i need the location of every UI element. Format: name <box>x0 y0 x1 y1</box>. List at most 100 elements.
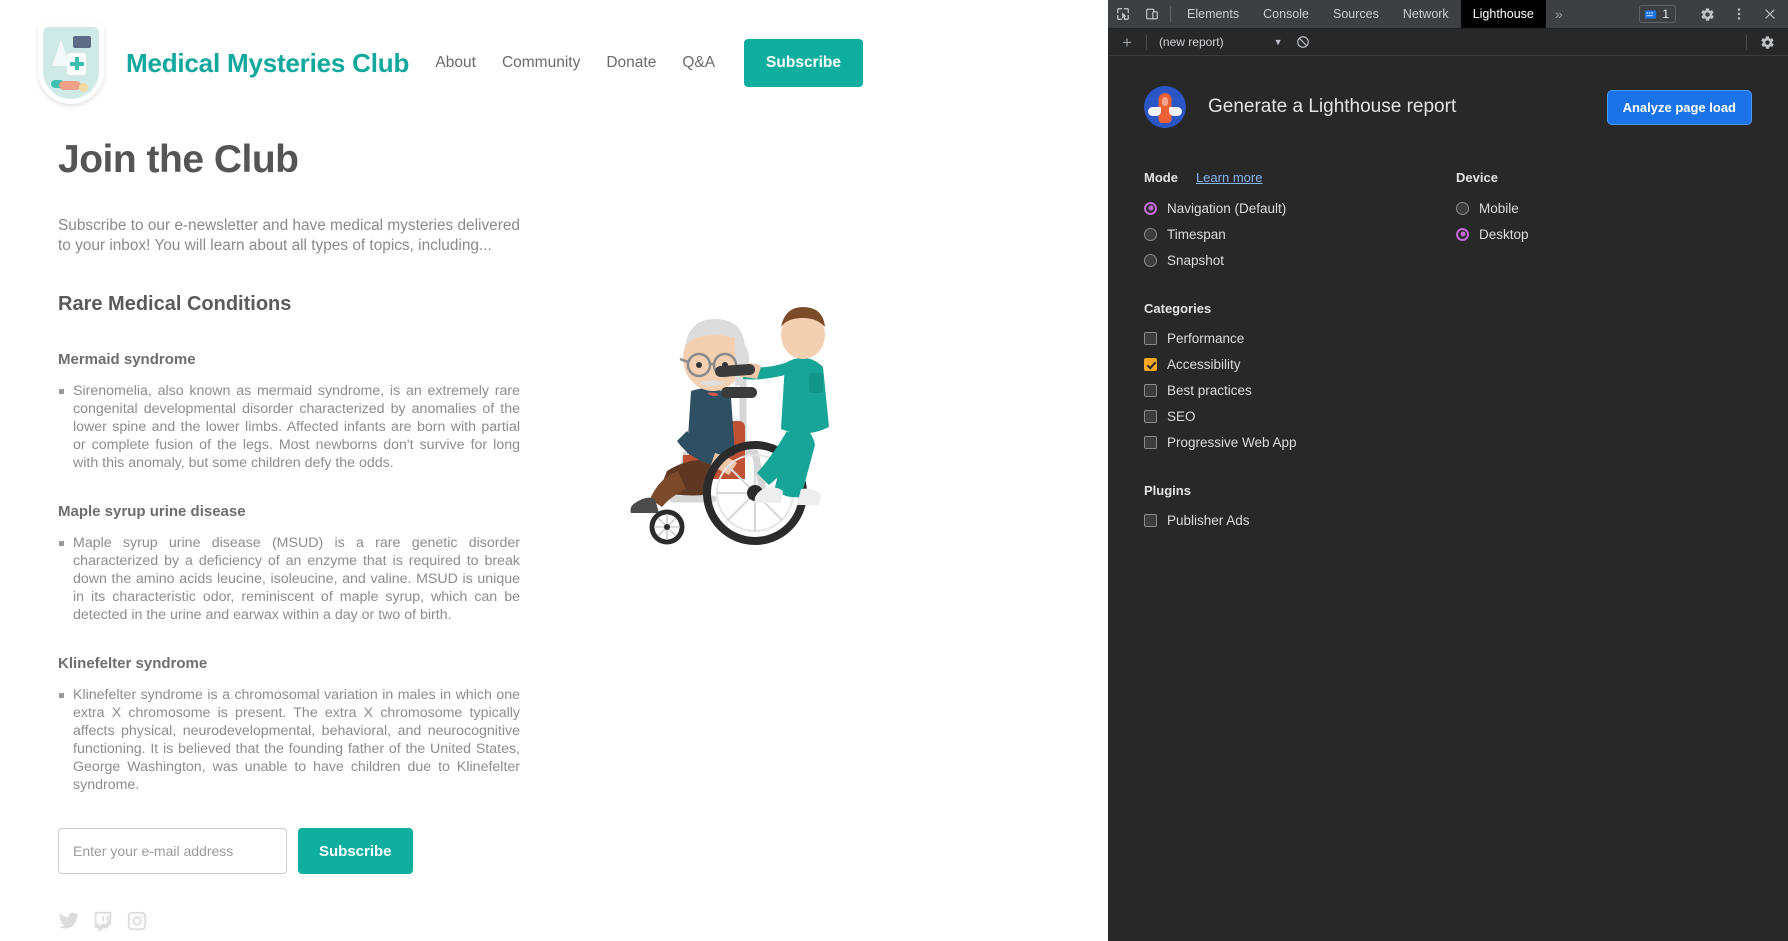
toolbar2-divider-2 <box>1746 34 1747 50</box>
category-best-practices[interactable]: Best practices <box>1144 377 1752 403</box>
nav-subscribe-button[interactable]: Subscribe <box>744 39 863 87</box>
twitch-icon[interactable] <box>92 910 114 932</box>
category-seo[interactable]: SEO <box>1144 403 1752 429</box>
tab-elements[interactable]: Elements <box>1175 0 1251 28</box>
issues-count: 1 <box>1662 7 1669 21</box>
lighthouse-settings-gear-icon[interactable] <box>1753 35 1782 50</box>
more-options-icon[interactable] <box>1724 7 1753 21</box>
condition-list-klinefelter: Klinefelter syndrome is a chromosomal va… <box>58 686 585 794</box>
device-option-mobile[interactable]: Mobile <box>1456 195 1752 221</box>
category-best-practices-label: Best practices <box>1167 382 1252 398</box>
radio-snapshot[interactable] <box>1144 253 1157 267</box>
site-header: Medical Mysteries Club About Community D… <box>0 0 1108 118</box>
nav-item-donate[interactable]: Donate <box>593 46 669 80</box>
category-pwa-label: Progressive Web App <box>1167 434 1297 450</box>
issues-icon <box>1645 9 1657 19</box>
medical-shield-icon[interactable] <box>38 22 104 104</box>
tab-sources[interactable]: Sources <box>1321 0 1391 28</box>
device-group: Device Mobile Desktop <box>1456 170 1752 273</box>
new-report-icon[interactable]: + <box>1114 34 1140 51</box>
caregiver-wheelchair-illustration <box>630 307 829 545</box>
mode-label: Mode <box>1144 170 1178 185</box>
checkbox-publisher-ads[interactable] <box>1144 513 1157 527</box>
plugin-publisher-ads-label: Publisher Ads <box>1167 512 1250 528</box>
mode-option-navigation[interactable]: Navigation (Default) <box>1144 195 1456 221</box>
radio-mobile[interactable] <box>1456 201 1469 215</box>
device-option-mobile-label: Mobile <box>1479 200 1519 216</box>
inspect-element-icon[interactable] <box>1108 0 1137 28</box>
condition-list-mermaid: Sirenomelia, also known as mermaid syndr… <box>58 382 585 472</box>
clear-reports-icon[interactable] <box>1289 35 1318 49</box>
category-performance-label: Performance <box>1167 330 1245 346</box>
categories-label-row: Categories <box>1144 301 1752 316</box>
nav-item-community[interactable]: Community <box>489 46 593 80</box>
nav-item-qa[interactable]: Q&A <box>669 46 728 80</box>
categories-group: Categories Performance Accessibility Bes… <box>1144 301 1752 455</box>
twitter-icon[interactable] <box>58 910 80 932</box>
mode-option-timespan-label: Timespan <box>1167 226 1226 242</box>
categories-label: Categories <box>1144 301 1212 316</box>
mode-label-row: Mode Learn more <box>1144 170 1456 185</box>
settings-gear-icon[interactable] <box>1693 7 1722 22</box>
category-pwa[interactable]: Progressive Web App <box>1144 429 1752 455</box>
more-tabs-icon[interactable]: » <box>1546 0 1572 28</box>
plugins-group: Plugins Publisher Ads <box>1144 483 1752 533</box>
close-devtools-icon[interactable] <box>1755 7 1784 21</box>
lighthouse-header: Generate a Lighthouse report Analyze pag… <box>1144 86 1752 128</box>
main-content: Join the Club Subscribe to our e-newslet… <box>0 118 1108 932</box>
checkbox-performance[interactable] <box>1144 331 1157 345</box>
newsletter-form: Subscribe <box>58 828 585 875</box>
mode-option-snapshot[interactable]: Snapshot <box>1144 247 1456 273</box>
email-input[interactable] <box>58 828 287 875</box>
category-accessibility[interactable]: Accessibility <box>1144 351 1752 377</box>
lighthouse-logo-icon <box>1144 86 1186 128</box>
device-toolbar-icon[interactable] <box>1137 0 1166 28</box>
device-option-desktop[interactable]: Desktop <box>1456 221 1752 247</box>
tab-lighthouse[interactable]: Lighthouse <box>1460 0 1546 28</box>
device-label: Device <box>1456 170 1498 185</box>
radio-timespan[interactable] <box>1144 227 1157 241</box>
lighthouse-toolbar-right <box>1740 34 1782 50</box>
issues-badge[interactable]: 1 <box>1639 5 1676 23</box>
nav-item-about[interactable]: About <box>422 46 489 80</box>
form-subscribe-button[interactable]: Subscribe <box>298 828 413 875</box>
report-selector[interactable]: (new report) ▼ <box>1153 35 1289 49</box>
plugin-publisher-ads[interactable]: Publisher Ads <box>1144 507 1752 533</box>
checkbox-best-practices[interactable] <box>1144 383 1157 397</box>
site-title[interactable]: Medical Mysteries Club <box>126 48 409 79</box>
radio-navigation[interactable] <box>1144 201 1157 215</box>
social-links <box>58 910 585 932</box>
page-lede: Subscribe to our e-newsletter and have m… <box>58 217 520 255</box>
screen: Medical Mysteries Club About Community D… <box>0 0 1788 941</box>
lighthouse-start-view: Generate a Lighthouse report Analyze pag… <box>1108 56 1788 941</box>
devtools-tabbar: Elements Console Sources Network Lightho… <box>1108 0 1788 29</box>
plugins-label: Plugins <box>1144 483 1191 498</box>
condition-list-msud: Maple syrup urine disease (MSUD) is a ra… <box>58 534 585 624</box>
plugins-label-row: Plugins <box>1144 483 1752 498</box>
lighthouse-toolbar: + (new report) ▼ <box>1108 29 1788 56</box>
analyze-page-load-button[interactable]: Analyze page load <box>1606 89 1752 125</box>
checkbox-accessibility[interactable] <box>1144 357 1157 371</box>
checkbox-seo[interactable] <box>1144 409 1157 423</box>
toolbar2-divider <box>1145 34 1147 50</box>
radio-desktop[interactable] <box>1456 227 1469 241</box>
main-nav: About Community Donate Q&A Subscribe <box>422 39 1108 87</box>
category-accessibility-label: Accessibility <box>1167 356 1241 372</box>
tab-network[interactable]: Network <box>1391 0 1461 28</box>
category-performance[interactable]: Performance <box>1144 325 1752 351</box>
condition-title-mermaid: Mermaid syndrome <box>58 350 196 368</box>
devtools-panel: Elements Console Sources Network Lightho… <box>1108 0 1788 941</box>
page-title: Join the Club <box>58 138 299 181</box>
condition-title-klinefelter: Klinefelter syndrome <box>58 654 208 672</box>
tab-console[interactable]: Console <box>1251 0 1321 28</box>
condition-title-msud: Maple syrup urine disease <box>58 502 246 520</box>
list-item: Maple syrup urine disease (MSUD) is a ra… <box>58 534 520 624</box>
report-selector-value: (new report) <box>1158 35 1224 49</box>
instagram-icon[interactable] <box>126 910 148 932</box>
checkbox-pwa[interactable] <box>1144 435 1157 449</box>
toolbar-divider <box>1170 6 1171 22</box>
learn-more-link[interactable]: Learn more <box>1196 170 1262 185</box>
mode-device-row: Mode Learn more Navigation (Default) Tim… <box>1144 170 1752 273</box>
mode-option-snapshot-label: Snapshot <box>1167 252 1225 268</box>
mode-option-timespan[interactable]: Timespan <box>1144 221 1456 247</box>
